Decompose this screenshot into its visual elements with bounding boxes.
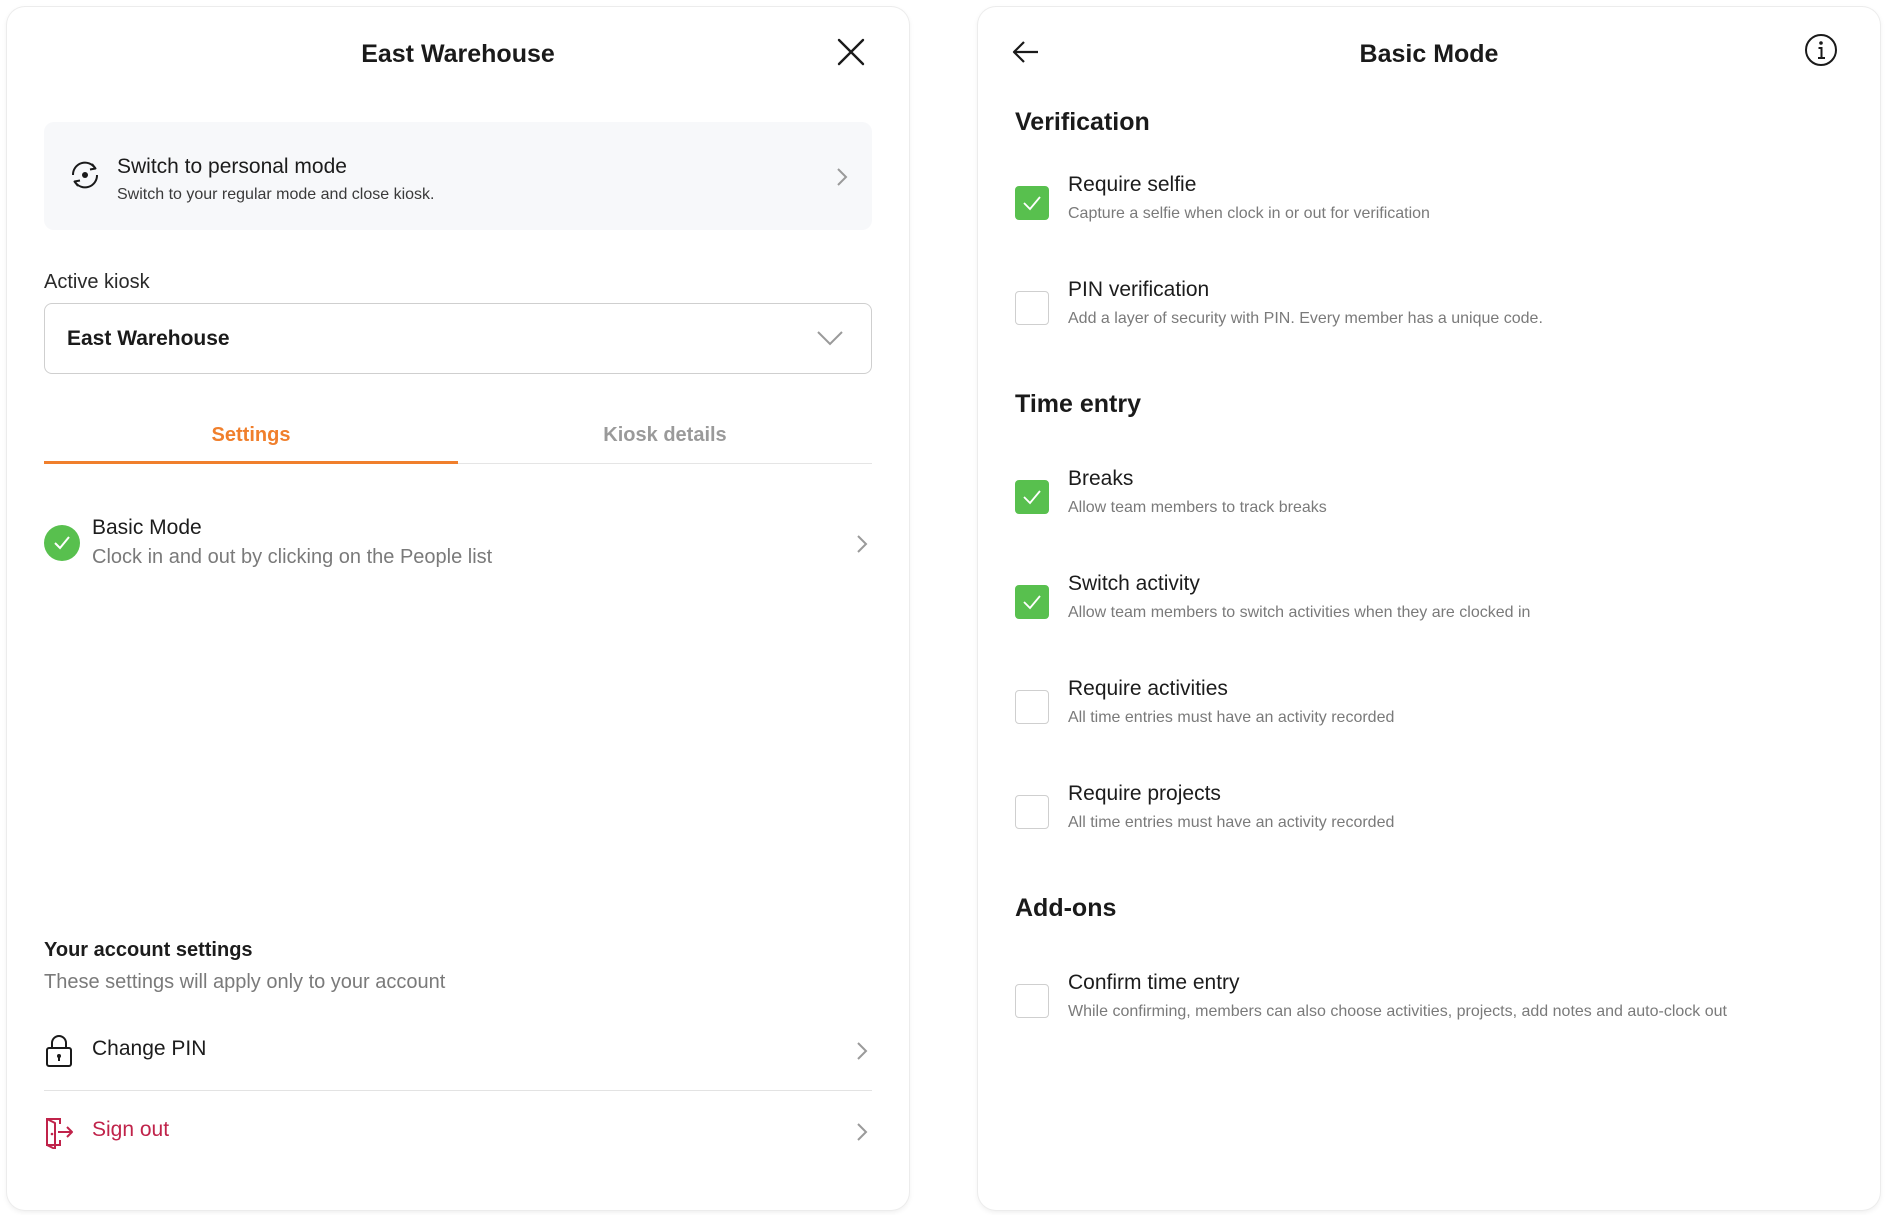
close-icon [837,38,865,66]
section-heading-time-entry: Time entry [1015,390,1141,418]
option-title: Breaks [1068,467,1134,490]
basic-mode-panel: Basic Mode Verification Require selfie C… [978,7,1880,1210]
chevron-down-icon [817,331,843,346]
option-title: Require selfie [1068,173,1197,196]
switch-personal-mode-card[interactable]: Switch to personal mode Switch to your r… [44,122,872,230]
option-title: Switch activity [1068,572,1200,595]
panel-title: East Warehouse [361,40,555,68]
selected-check-badge [44,525,80,561]
option-require-activities: Require activities All time entries must… [1015,677,1845,747]
section-heading-add-ons: Add-ons [1015,894,1117,922]
basic-mode-row[interactable]: Basic Mode Clock in and out by clicking … [44,507,872,577]
option-breaks: Breaks Allow team members to track break… [1015,467,1845,537]
sign-out-icon [46,1118,73,1149]
option-confirm-time-entry: Confirm time entry While confirming, mem… [1015,971,1845,1041]
option-require-projects: Require projects All time entries must h… [1015,782,1845,852]
checkbox-require-selfie[interactable] [1015,186,1049,220]
option-title: Require projects [1068,782,1221,805]
switch-mode-icon [71,161,99,189]
option-title: Require activities [1068,677,1228,700]
panel-title: Basic Mode [1359,40,1499,68]
tab-kiosk-details[interactable]: Kiosk details [458,412,872,464]
sign-out-row[interactable]: Sign out [44,1092,872,1172]
checkbox-pin-verification[interactable] [1015,291,1049,325]
option-switch-activity: Switch activity Allow team members to sw… [1015,572,1845,642]
check-icon [1023,595,1041,610]
checkbox-require-activities[interactable] [1015,690,1049,724]
option-subtitle: Add a layer of security with PIN. Every … [1068,310,1543,327]
checkbox-breaks[interactable] [1015,480,1049,514]
chevron-right-icon [857,1123,868,1141]
option-title: PIN verification [1068,278,1210,301]
switch-card-subtitle: Switch to your regular mode and close ki… [117,186,435,203]
option-subtitle: Capture a selfie when clock in or out fo… [1068,205,1430,222]
section-heading-verification: Verification [1015,108,1150,136]
sign-out-label: Sign out [92,1118,170,1141]
kiosk-settings-panel: East Warehouse Switch to personal mode S… [7,7,909,1210]
lock-icon [46,1035,72,1067]
option-subtitle: All time entries must have an activity r… [1068,814,1395,831]
check-icon [1023,196,1041,211]
info-icon[interactable] [1803,32,1839,68]
chevron-right-icon [857,1042,868,1060]
option-subtitle: Allow team members to track breaks [1068,499,1327,516]
option-subtitle: While confirming, members can also choos… [1068,1003,1727,1020]
change-pin-row[interactable]: Change PIN [44,1011,872,1091]
option-require-selfie: Require selfie Capture a selfie when clo… [1015,173,1845,243]
account-settings-title: Your account settings [44,939,253,961]
close-button[interactable] [833,34,869,70]
active-kiosk-value: East Warehouse [67,327,230,350]
checkbox-require-projects[interactable] [1015,795,1049,829]
basic-mode-title: Basic Mode [92,516,202,539]
option-subtitle: All time entries must have an activity r… [1068,709,1395,726]
check-icon [54,536,70,550]
basic-mode-subtitle: Clock in and out by clicking on the Peop… [92,546,493,568]
tab-settings[interactable]: Settings [44,412,458,464]
change-pin-label: Change PIN [92,1037,207,1060]
active-kiosk-select[interactable]: East Warehouse [44,303,872,374]
checkbox-switch-activity[interactable] [1015,585,1049,619]
chevron-right-icon [857,535,868,553]
option-pin-verification: PIN verification Add a layer of security… [1015,278,1845,348]
check-icon [1023,490,1041,505]
switch-card-title: Switch to personal mode [117,155,347,178]
account-settings-subtitle: These settings will apply only to your a… [44,971,446,993]
option-title: Confirm time entry [1068,971,1240,994]
checkbox-confirm-time-entry[interactable] [1015,984,1049,1018]
chevron-right-icon [837,168,848,186]
option-subtitle: Allow team members to switch activities … [1068,604,1531,621]
active-kiosk-label: Active kiosk [44,271,150,293]
